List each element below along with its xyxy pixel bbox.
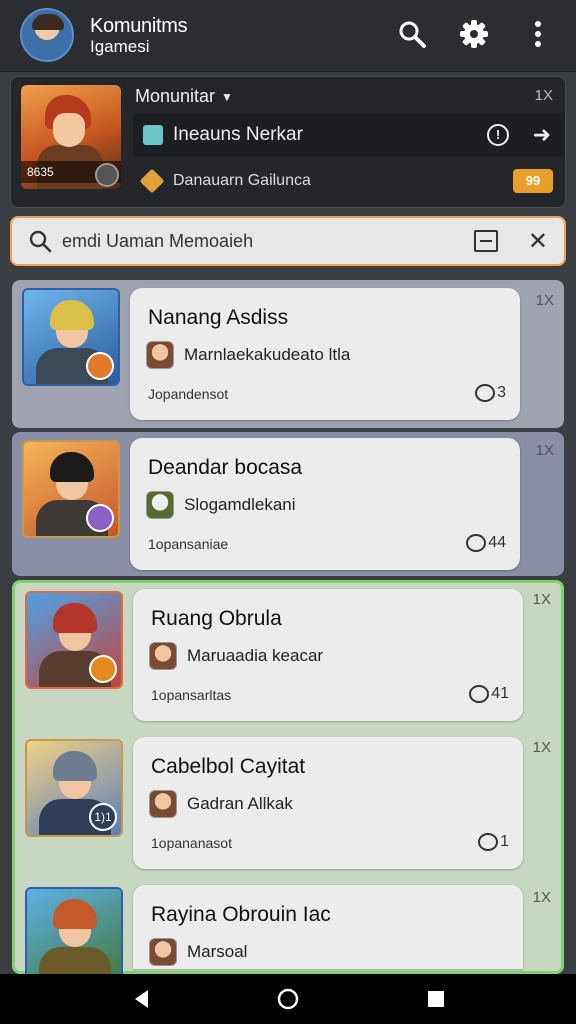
level-badge xyxy=(89,655,117,683)
gear-icon xyxy=(460,20,488,48)
featured-thumbnail[interactable]: 8635 xyxy=(21,85,121,189)
featured-badge: 99 xyxy=(513,169,553,193)
level-badge: 1)1 xyxy=(89,803,117,831)
chevron-down-icon: ▼ xyxy=(221,89,233,104)
highlighted-group: Ruang Obrula Maruaadia keacar 1opansarlt… xyxy=(12,580,564,985)
item-author: Maruaadia keacar xyxy=(149,641,323,671)
badge-icon xyxy=(143,125,163,145)
list-item[interactable]: Nanang Asdiss Marnlaekakudeato ltla Jopa… xyxy=(130,288,520,420)
app-subtitle: Igamesi xyxy=(90,37,150,56)
search-icon xyxy=(29,230,52,253)
search-bar: ✕ xyxy=(10,216,566,266)
search-button[interactable] xyxy=(392,14,432,54)
item-author: Gadran Allkak xyxy=(149,789,293,819)
item-author-label: Marnlaekakudeato ltla xyxy=(184,345,351,364)
comment-icon xyxy=(466,534,487,552)
item-title: Ruang Obrula xyxy=(151,607,282,630)
item-thumbnail[interactable] xyxy=(25,887,123,985)
list-item[interactable]: Ruang Obrula Maruaadia keacar 1opansarlt… xyxy=(133,589,523,721)
comment-count[interactable]: 41 xyxy=(469,685,509,703)
item-author-label: Maruaadia keacar xyxy=(187,646,324,665)
item-count: 1X xyxy=(535,442,554,459)
item-author-label: Gadran Allkak xyxy=(187,794,293,813)
more-button[interactable] xyxy=(518,14,558,54)
recents-icon[interactable] xyxy=(424,987,448,1011)
avatar xyxy=(149,938,177,966)
app-bar: Komunitms Igamesi xyxy=(0,0,576,72)
comment-count[interactable]: 3 xyxy=(475,384,506,402)
list-item[interactable]: Rayina Obrouin Iac Marsoal xyxy=(133,885,523,969)
item-count: 1X xyxy=(535,292,554,309)
back-icon[interactable] xyxy=(130,987,154,1011)
close-icon[interactable]: ✕ xyxy=(528,227,548,256)
community-list: Nanang Asdiss Marnlaekakudeato ltla Jopa… xyxy=(12,280,566,985)
featured-panel: 8635 Monunitar ▼ 1X Ineauns Nerkar ! ➜ D… xyxy=(10,76,566,208)
item-count: 1X xyxy=(532,591,551,608)
featured-title: Monunitar xyxy=(135,86,216,106)
featured-count: 1X xyxy=(534,87,553,104)
comment-icon xyxy=(475,384,496,402)
item-meta: 1opansaniae xyxy=(148,536,229,552)
item-count: 1X xyxy=(532,889,551,906)
diamond-icon xyxy=(139,168,165,194)
comment-count[interactable]: 1 xyxy=(478,833,509,851)
home-icon[interactable] xyxy=(276,987,300,1011)
item-title: Rayina Obrouin Iac xyxy=(151,903,331,926)
item-author: Marsoal xyxy=(149,937,247,967)
featured-dropdown[interactable]: Monunitar ▼ xyxy=(135,86,233,107)
list-item[interactable]: Deandar bocasa Slogamdlekani 1opansaniae… xyxy=(130,438,520,570)
item-thumbnail[interactable] xyxy=(22,288,120,386)
avatar xyxy=(149,790,177,818)
avatar xyxy=(146,491,174,519)
item-author-label: Slogamdlekani xyxy=(184,495,296,514)
item-author-label: Marsoal xyxy=(187,942,248,961)
comment-icon xyxy=(469,685,490,703)
item-meta: Jopandensot xyxy=(148,386,229,402)
search-input[interactable] xyxy=(62,230,442,252)
item-thumbnail[interactable] xyxy=(22,440,120,538)
comment-icon xyxy=(478,833,499,851)
list-group: Deandar bocasa Slogamdlekani 1opansaniae… xyxy=(12,432,564,576)
alert-icon[interactable]: ! xyxy=(487,124,509,146)
community-avatar[interactable] xyxy=(20,8,74,62)
item-meta: 1opananasot xyxy=(151,835,232,851)
featured-row-secondary[interactable]: Danauarn Gailunca xyxy=(139,167,311,195)
item-count: 1X xyxy=(532,739,551,756)
item-thumbnail[interactable] xyxy=(25,591,123,689)
item-author: Marnlaekakudeato ltla xyxy=(146,340,350,370)
list-group: Nanang Asdiss Marnlaekakudeato ltla Jopa… xyxy=(12,280,564,428)
item-title: Cabelbol Cayitat xyxy=(151,755,306,778)
item-meta: 1opansarltas xyxy=(151,687,232,703)
more-vertical-icon xyxy=(535,21,541,47)
item-author: Slogamdlekani xyxy=(146,490,296,520)
search-icon xyxy=(399,21,426,48)
level-badge xyxy=(86,504,114,532)
item-title: Nanang Asdiss xyxy=(148,306,289,329)
app-title: Komunitms xyxy=(90,15,188,37)
avatar xyxy=(149,642,177,670)
mini-avatar xyxy=(95,163,119,187)
avatar xyxy=(146,341,174,369)
item-title: Deandar bocasa xyxy=(148,456,303,479)
featured-row-secondary-label: Danauarn Gailunca xyxy=(173,172,311,189)
comment-count[interactable]: 44 xyxy=(466,534,506,552)
level-badge xyxy=(86,352,114,380)
arrow-right-icon[interactable]: ➜ xyxy=(533,122,551,148)
item-thumbnail[interactable]: 1)1 xyxy=(25,739,123,837)
filter-icon[interactable] xyxy=(474,230,498,252)
system-nav-bar xyxy=(0,974,576,1024)
settings-button[interactable] xyxy=(454,14,494,54)
featured-row-primary-label: Ineauns Nerkar xyxy=(173,124,303,145)
list-item[interactable]: Cabelbol Cayitat Gadran Allkak 1opananas… xyxy=(133,737,523,869)
featured-row-primary[interactable]: Ineauns Nerkar ! ➜ xyxy=(133,113,565,157)
